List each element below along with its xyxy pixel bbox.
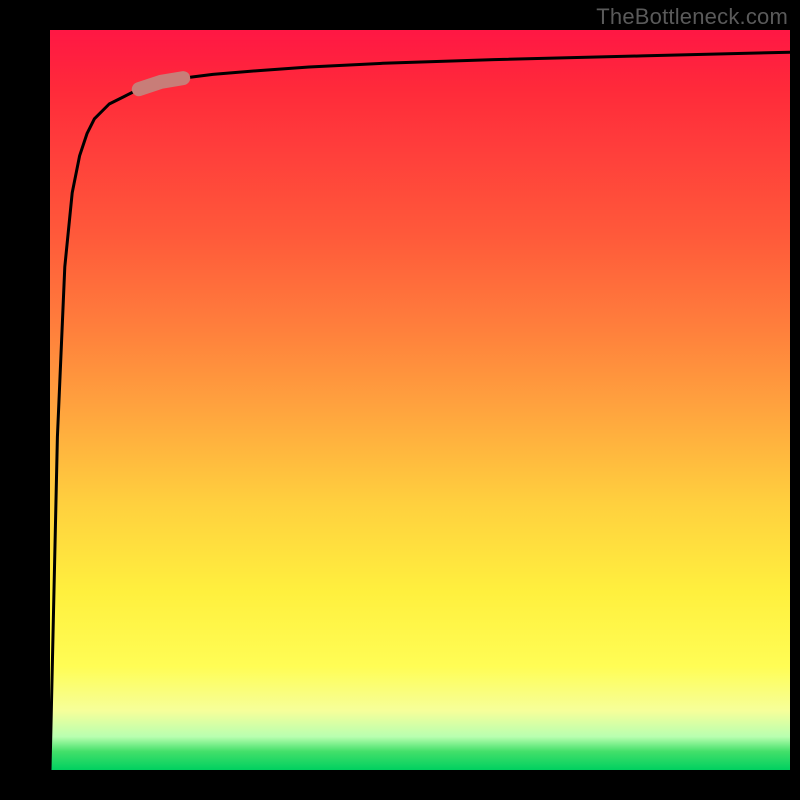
watermark-text: TheBottleneck.com: [596, 4, 788, 30]
plot-area: [50, 30, 790, 770]
main-curve-path: [50, 52, 790, 770]
curve-layer: [50, 30, 790, 770]
chart-frame: TheBottleneck.com: [0, 0, 800, 800]
highlight-segment-path: [139, 78, 183, 89]
